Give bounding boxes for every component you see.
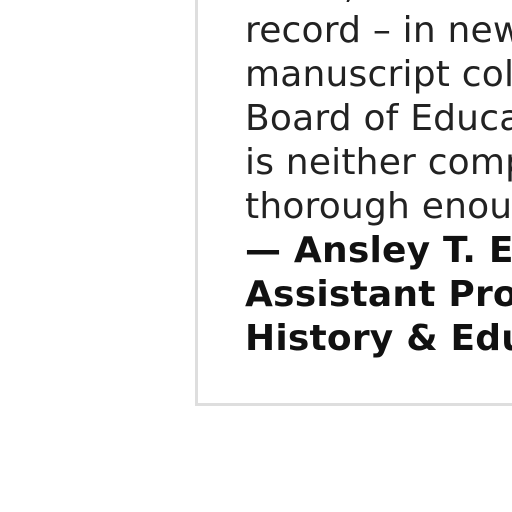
page: some, record – in new manuscript coll Bo… (0, 0, 512, 512)
quote-line: Board of Educa (245, 98, 512, 139)
quote-line: manuscript coll (245, 54, 512, 95)
attribution-department: History & Educ (245, 318, 512, 359)
quote-line: some, (245, 0, 512, 9)
quote-line: thorough enoug (245, 186, 512, 227)
attribution-title: Assistant Profe (245, 274, 512, 315)
quote-line: is neither comp (245, 142, 512, 183)
quote-block: some, record – in new manuscript coll Bo… (245, 0, 512, 361)
attribution-name: — Ansley T. Eri (245, 230, 512, 271)
quote-line: record – in new (245, 10, 512, 51)
